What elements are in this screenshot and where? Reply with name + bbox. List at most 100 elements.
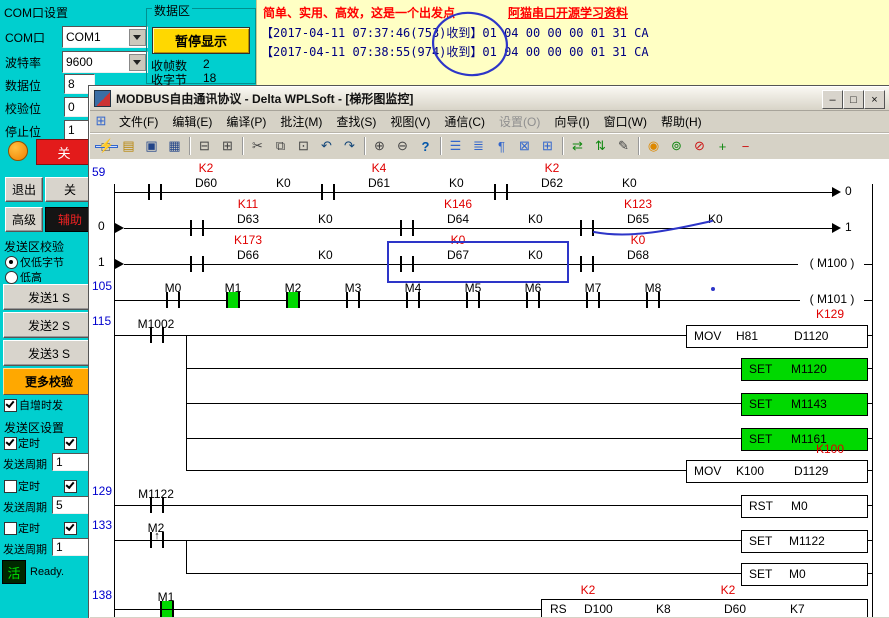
advanced-button[interactable]: 高级 — [5, 207, 43, 232]
timer3-checkbox-2[interactable] — [64, 522, 77, 535]
step-number: 59 — [92, 165, 105, 179]
contact-M3 — [346, 292, 360, 308]
timer2-checkbox-2[interactable] — [64, 480, 77, 493]
instruction-view-icon[interactable]: ≣ — [468, 136, 489, 157]
more-checksum-button[interactable]: 更多校验 — [3, 368, 95, 395]
compile-ladder-icon[interactable]: ⇄ — [567, 136, 588, 157]
menu-file[interactable]: 文件(F) — [112, 111, 165, 132]
live-value: K0 — [598, 233, 678, 247]
radio-low-byte-only[interactable] — [5, 256, 18, 269]
restore-button[interactable]: □ — [843, 90, 864, 109]
stop-icon[interactable]: ⊘ — [689, 136, 710, 157]
contact-M6 — [526, 292, 540, 308]
contact-M4 — [406, 292, 420, 308]
continuation-marker: 0 — [98, 219, 105, 233]
instruction-op: SET — [749, 534, 772, 548]
rung-line — [114, 540, 741, 541]
timer3-period-field[interactable]: 1 — [52, 538, 92, 556]
timer2-period-field[interactable]: 5 — [52, 496, 92, 514]
timer2-period-label: 发送周期 — [3, 499, 47, 515]
menu-compile[interactable]: 编译(P) — [219, 111, 273, 132]
zoom-out-icon[interactable]: ⊖ — [392, 136, 413, 157]
right-bus — [872, 184, 873, 617]
auto-send-checkbox[interactable] — [4, 399, 17, 412]
device-table-icon[interactable]: ⊠ — [514, 136, 535, 157]
radio-low-high[interactable] — [5, 271, 18, 284]
rx-log-line-1: 【2017-04-11 07:37:46(753)收到】01 04 00 00 … — [261, 24, 649, 41]
grid-view-icon[interactable]: ⊞ — [537, 136, 558, 157]
send3-button[interactable]: 发送3 S — [3, 340, 95, 366]
com-port-select[interactable]: COM1 — [62, 26, 148, 48]
copy-icon[interactable]: ⧉ — [270, 136, 291, 157]
device-label: D60 — [166, 176, 246, 190]
undo-icon[interactable]: ↶ — [316, 136, 337, 157]
menu-wizard[interactable]: 向导(I) — [547, 111, 596, 132]
insert-icon[interactable]: + — [712, 136, 733, 157]
online-monitor-icon[interactable]: ⚡ — [95, 145, 118, 148]
indicator-icon[interactable]: ◉ — [643, 136, 664, 157]
open-file-icon[interactable]: ▤ — [118, 136, 139, 157]
timer3-checkbox[interactable] — [4, 522, 17, 535]
edit-monitor-icon[interactable]: ✎ — [613, 136, 634, 157]
rung-line — [864, 264, 872, 265]
window-titlebar[interactable]: MODBUS自由通讯协议 - Delta WPLSoft - [梯形图监控] –… — [90, 87, 889, 111]
menu-communication[interactable]: 通信(C) — [437, 111, 492, 132]
timer1-period-label: 发送周期 — [3, 456, 47, 472]
desktop: COM口设置 COM口 COM1 波特率 9600 数据位 8 校验位 0 停止… — [0, 0, 889, 618]
minimize-button[interactable]: – — [822, 90, 843, 109]
compare-value: K0 — [708, 212, 723, 226]
com-close-button[interactable]: 关 — [36, 139, 92, 165]
menu-comment[interactable]: 批注(M) — [273, 111, 329, 132]
instruction-dst: D1120 — [794, 329, 828, 343]
redo-icon[interactable]: ↷ — [339, 136, 360, 157]
instruction-dst: M0 — [791, 499, 808, 513]
instruction-op: RST — [749, 499, 773, 513]
send1-button[interactable]: 发送1 S — [3, 284, 95, 310]
chevron-down-icon[interactable] — [129, 54, 146, 71]
delete-icon[interactable]: − — [735, 136, 756, 157]
save-icon[interactable]: ▣ — [141, 136, 162, 157]
close-window-button[interactable]: × — [864, 90, 885, 109]
ladder-diagram[interactable]: 59 K2 D60 K0 K4 D61 K0 K2 D62 K0 0 0 K11… — [90, 159, 889, 617]
print-preview-icon[interactable]: ⊞ — [217, 136, 238, 157]
timer1-period-field[interactable]: 1 — [52, 453, 92, 471]
exit-button[interactable]: 退出 — [5, 177, 43, 202]
menu-options[interactable]: 设置(O) — [492, 111, 547, 132]
timer1-checkbox[interactable] — [4, 437, 17, 450]
bytes-value: 18 — [203, 71, 216, 85]
help-icon[interactable]: ? — [415, 136, 436, 157]
network-icon[interactable]: ⊚ — [666, 136, 687, 157]
comment-view-icon[interactable]: ¶ — [491, 136, 512, 157]
toolbar-separator — [242, 137, 243, 155]
rung-line — [114, 300, 800, 301]
ladder-view-icon[interactable]: ☰ — [445, 136, 466, 157]
timer1-checkbox-2[interactable] — [64, 437, 77, 450]
print-icon[interactable]: ⊟ — [194, 136, 215, 157]
live-value: K11 — [208, 197, 288, 211]
pause-display-button[interactable]: 暂停显示 — [152, 27, 250, 54]
output-coil: ( M101 ) — [798, 292, 866, 306]
paste-icon[interactable]: ⊡ — [293, 136, 314, 157]
chevron-down-icon[interactable] — [129, 29, 146, 46]
save-all-icon[interactable]: ▦ — [164, 136, 185, 157]
compile-instruction-icon[interactable]: ⇅ — [590, 136, 611, 157]
instruction-arg: K7 — [790, 602, 805, 616]
menu-search[interactable]: 查找(S) — [329, 111, 383, 132]
menu-view[interactable]: 视图(V) — [383, 111, 437, 132]
timer2-checkbox[interactable] — [4, 480, 17, 493]
rung-line — [124, 264, 798, 265]
menu-help[interactable]: 帮助(H) — [654, 111, 709, 132]
send2-button[interactable]: 发送2 S — [3, 312, 95, 338]
cut-icon[interactable]: ✂ — [247, 136, 268, 157]
child-window-icon[interactable]: ⊞ — [92, 113, 110, 129]
banner-brand-link[interactable]: 阿猫串口开源学习资料 — [508, 4, 628, 21]
device-label: D67 — [418, 248, 498, 262]
baud-select[interactable]: 9600 — [62, 51, 148, 73]
branch-line — [186, 470, 686, 471]
menu-window[interactable]: 窗口(W) — [597, 111, 654, 132]
instruction-op: SET — [749, 362, 772, 376]
instruction-op: MOV — [694, 464, 721, 478]
menu-edit[interactable]: 编辑(E) — [165, 111, 219, 132]
continuation-arrow — [115, 223, 124, 233]
zoom-in-icon[interactable]: ⊕ — [369, 136, 390, 157]
